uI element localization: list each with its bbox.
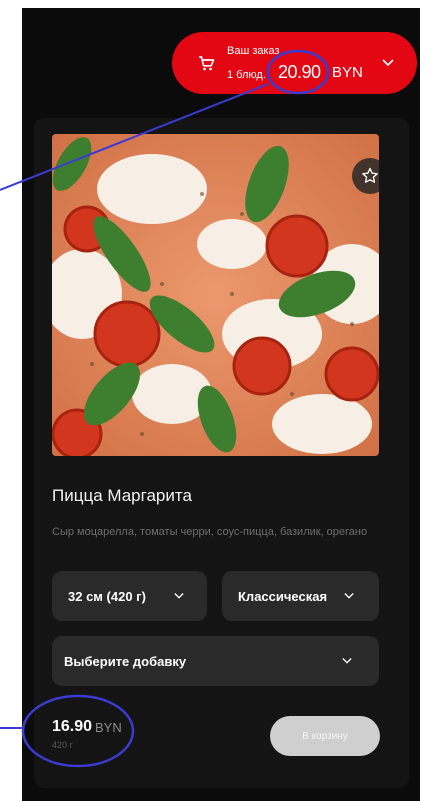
order-total: 20.90 [278, 62, 321, 82]
add-to-cart-button[interactable]: В корзину [270, 716, 380, 756]
order-title: Ваш заказ [227, 45, 280, 57]
product-price-currency: BYN [95, 720, 122, 735]
star-icon [362, 167, 378, 183]
product-description: Сыр моцарелла, томаты черри, соус-пицца,… [52, 526, 368, 538]
order-quantity: 1 блюд. [227, 69, 266, 81]
chevron-down-icon [344, 593, 354, 599]
order-currency: BYN [332, 64, 363, 81]
product-card: Пицца Маргарита Сыр моцарелла, томаты че… [34, 118, 409, 788]
dough-select-value: Классическая [238, 589, 328, 604]
size-select-value: 32 см (420 г) [68, 589, 146, 604]
product-price: 16.90 [52, 718, 93, 735]
app-screen: Ваш заказ 1 блюд. 20.90 BYN Пицца Маргар… [22, 8, 420, 801]
chevron-down-icon [342, 658, 352, 664]
order-summary-button[interactable]: Ваш заказ 1 блюд. 20.90 BYN [172, 32, 417, 94]
pizza-photo [52, 134, 379, 456]
product-weight: 420 г [52, 740, 73, 750]
chevron-down-icon [174, 593, 184, 599]
cart-icon [199, 56, 215, 71]
chevron-down-icon [382, 59, 394, 67]
addon-select-value: Выберите добавку [64, 654, 187, 669]
addon-select[interactable]: Выберите добавку [52, 636, 379, 686]
dough-select[interactable]: Классическая [222, 571, 379, 621]
size-select[interactable]: 32 см (420 г) [52, 571, 207, 621]
product-title: Пицца Маргарита [52, 486, 192, 505]
